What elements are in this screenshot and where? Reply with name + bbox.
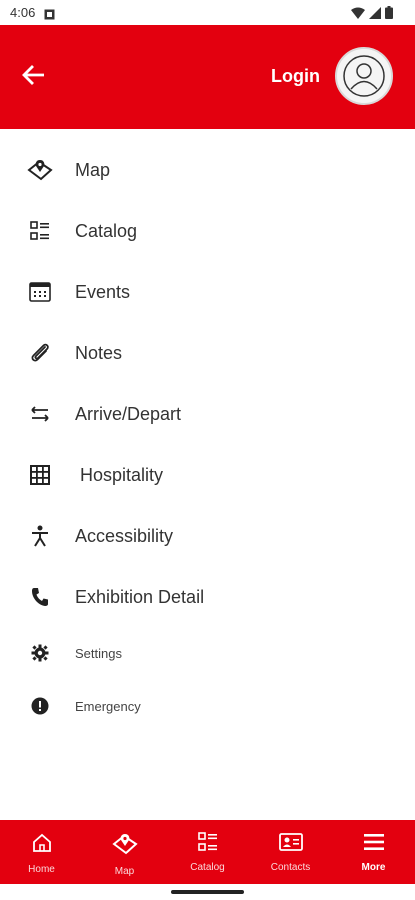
menu-item-settings[interactable]: Settings [0, 641, 415, 665]
menu-item-label: Map [75, 159, 111, 180]
paperclip-icon [27, 340, 53, 366]
nav-item-catalog[interactable]: Catalog [166, 820, 249, 884]
catalog-icon [197, 832, 218, 857]
menu-item-arrive-depart[interactable]: Arrive/Depart [0, 401, 415, 427]
menu-item-events[interactable]: Events [0, 279, 415, 305]
building-icon [27, 462, 53, 488]
nav-item-label: Contacts [270, 862, 311, 873]
alert-icon [27, 693, 53, 719]
status-time: 4:06 [10, 5, 36, 20]
menu-item-exhibition-detail[interactable]: Exhibition Detail [0, 584, 415, 610]
calendar-icon [27, 279, 53, 305]
nav-item-contacts[interactable]: Contacts [249, 820, 332, 884]
status-bar: 4:06 [0, 0, 415, 25]
accessibility-icon [27, 523, 53, 549]
back-arrow-icon [22, 64, 45, 90]
avatar[interactable] [335, 47, 393, 105]
nav-item-label: Home [28, 864, 55, 875]
home-icon [31, 832, 53, 859]
menu-item-emergency[interactable]: Emergency [0, 694, 415, 718]
phone-icon [27, 584, 53, 610]
menu-item-accessibility[interactable]: Accessibility [0, 523, 415, 549]
app-header: Login [0, 25, 415, 129]
nav-item-label: More [361, 862, 386, 873]
menu-item-label: Arrive/Depart [75, 403, 182, 424]
nav-item-label: Map [114, 866, 135, 877]
menu-item-label: Notes [75, 342, 123, 363]
menu-item-label: Emergency [75, 698, 141, 714]
contact-card-icon [278, 832, 303, 857]
menu-item-label: Events [75, 281, 131, 302]
battery-icon [385, 6, 393, 24]
user-icon [343, 55, 385, 97]
nav-item-label: Catalog [190, 862, 225, 873]
menu-item-notes[interactable]: Notes [0, 340, 415, 366]
status-indicators [351, 6, 393, 24]
menu-item-label: Hospitality [80, 464, 164, 485]
signal-icon [369, 6, 381, 24]
menu-item-label: Accessibility [75, 525, 174, 546]
bottom-nav: Home Map Catalog Contacts More [0, 820, 415, 884]
menu-item-map[interactable]: Map [0, 157, 415, 183]
nav-item-home[interactable]: Home [0, 820, 83, 884]
gesture-handle[interactable] [171, 890, 244, 894]
menu-icon [363, 832, 385, 857]
arrows-icon [27, 401, 53, 427]
menu-item-label: Settings [75, 645, 122, 661]
nav-item-map[interactable]: Map [83, 820, 166, 884]
menu-item-catalog[interactable]: Catalog [0, 218, 415, 244]
menu-item-label: Catalog [75, 220, 138, 241]
menu-item-label: Exhibition Detail [75, 586, 205, 607]
notification-icon [44, 7, 55, 25]
map-icon [27, 157, 53, 183]
nav-item-more[interactable]: More [332, 820, 415, 884]
menu-item-hospitality[interactable]: Hospitality [0, 462, 415, 488]
back-button[interactable] [16, 62, 50, 92]
map-icon [111, 832, 138, 861]
catalog-icon [27, 218, 53, 244]
wifi-icon [351, 6, 365, 24]
gesture-area [0, 884, 415, 900]
gear-icon [27, 640, 53, 666]
login-link[interactable]: Login [271, 66, 320, 87]
